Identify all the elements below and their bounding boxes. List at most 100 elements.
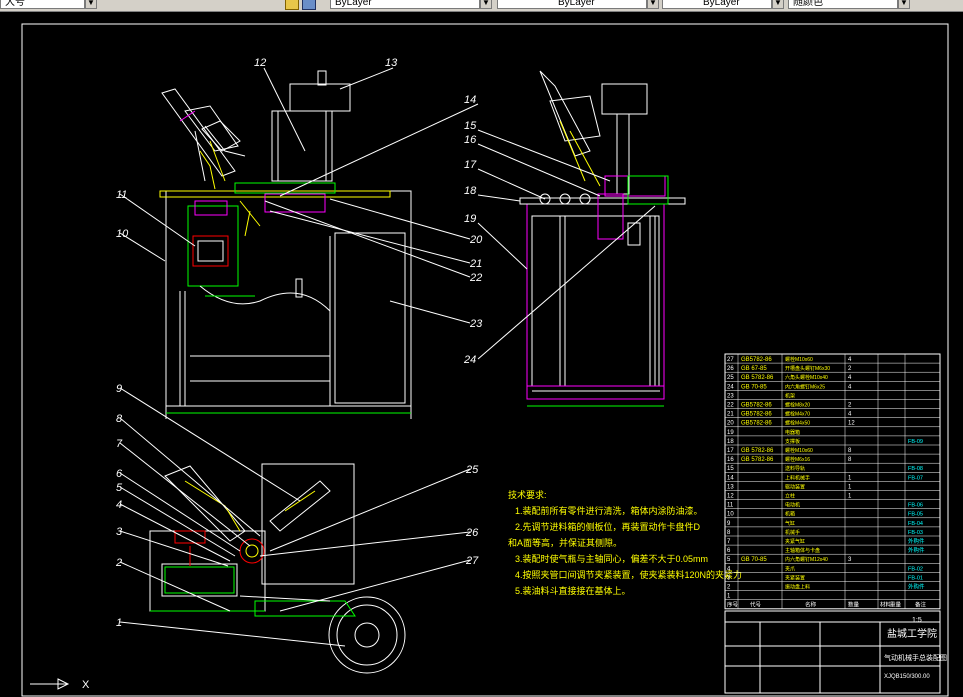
tech-line-5: 4.按照夹管口间调节夹紧装置，使夹紧装料120N的夹紧力 bbox=[515, 569, 742, 580]
color-dropdown[interactable]: ByLayer bbox=[330, 0, 480, 9]
table-cell-note: FB-05 bbox=[908, 512, 923, 518]
table-cell-name: 夹紧装置 bbox=[785, 574, 805, 581]
table-cell-no: 2 bbox=[727, 585, 731, 591]
table-cell-std: GB5782-86 bbox=[741, 412, 772, 418]
callout-5: 5 bbox=[116, 482, 123, 494]
callout-17: 17 bbox=[464, 159, 477, 171]
front-view bbox=[159, 70, 412, 419]
table-cell-no: 15 bbox=[727, 466, 734, 472]
callout-labels: 1 2 3 4 5 6 7 8 9 10 11 12 13 14 15 16 1… bbox=[115, 57, 483, 629]
table-cell-name: 螺栓M8x20 bbox=[785, 402, 810, 409]
table-cell-std: GB5782-86 bbox=[741, 421, 772, 427]
table-cell-no: 9 bbox=[727, 521, 731, 527]
table-cell-name: 送料导轨 bbox=[785, 465, 805, 472]
table-cell-name: 电器箱 bbox=[785, 429, 800, 436]
table-cell-no: 11 bbox=[727, 503, 734, 509]
table-cell-name: 螺栓M10x60 bbox=[785, 447, 813, 454]
svg-text:X: X bbox=[82, 679, 90, 691]
table-cell-std: GB 5782-86 bbox=[741, 457, 774, 463]
table-cell-note: 外购件 bbox=[908, 583, 925, 591]
callout-19: 19 bbox=[464, 213, 476, 225]
table-cell-std: GB 67-85 bbox=[741, 366, 767, 372]
table-cell-note: 外购件 bbox=[908, 537, 925, 545]
drawing-title: 气动机械手总装配图 bbox=[884, 653, 947, 662]
table-cell-name: 机架 bbox=[785, 392, 795, 399]
callout-27: 27 bbox=[465, 555, 479, 567]
callout-4: 4 bbox=[116, 499, 122, 511]
table-cell-no: 17 bbox=[727, 448, 734, 454]
school-name: 盐城工学院 bbox=[887, 627, 937, 640]
table-cell-qty: 4 bbox=[848, 384, 852, 390]
layer-previous-icon[interactable] bbox=[302, 0, 316, 10]
table-cell-no: 20 bbox=[727, 421, 734, 427]
plotstyle-dropdown[interactable]: 随颜色 bbox=[788, 0, 898, 9]
table-cell-qty: 8 bbox=[848, 457, 852, 463]
table-cell-no: 18 bbox=[727, 439, 734, 445]
table-cell-name: 螺栓M4x70 bbox=[785, 411, 810, 418]
table-header-no: 序号 bbox=[727, 601, 739, 609]
table-cell-name: 螺栓M10x60 bbox=[785, 356, 813, 363]
table-cell-qty: 2 bbox=[848, 403, 852, 409]
table-cell-note: FB-04 bbox=[908, 521, 923, 527]
tech-line-2: 2.先调节进料箱的侧板位，再装置动作卡盘件D bbox=[515, 521, 701, 532]
callout-16: 16 bbox=[464, 134, 477, 146]
table-cell-qty: 12 bbox=[848, 421, 855, 427]
table-cell-name: 驱动装置 bbox=[785, 483, 805, 490]
callout-18: 18 bbox=[464, 185, 477, 197]
tech-line-6: 5.装油料斗直接接在基体上。 bbox=[515, 585, 631, 596]
table-cell-no: 8 bbox=[727, 530, 731, 536]
table-cell-no: 14 bbox=[727, 475, 734, 481]
table-cell-qty: 2 bbox=[848, 366, 852, 372]
table-cell-no: 1 bbox=[727, 594, 731, 600]
table-cell-name: 螺栓M4x50 bbox=[785, 420, 810, 427]
chevron-down-icon[interactable]: ▼ bbox=[772, 0, 784, 9]
table-cell-no: 22 bbox=[727, 403, 734, 409]
table-header-name: 名称 bbox=[805, 601, 817, 609]
table-cell-qty: 3 bbox=[848, 557, 852, 563]
callout-6: 6 bbox=[116, 468, 123, 480]
ucs-icon: X bbox=[30, 678, 90, 691]
table-cell-name: 内六角螺钉M12x40 bbox=[785, 556, 828, 563]
layer-state-icon[interactable] bbox=[285, 0, 299, 10]
tech-title: 技术要求: bbox=[508, 489, 547, 500]
table-cell-no: 23 bbox=[727, 393, 734, 399]
callout-3: 3 bbox=[116, 526, 123, 538]
table-cell-name: 夹爪 bbox=[785, 565, 795, 572]
drawing-canvas[interactable]: 1 2 3 4 5 6 7 8 9 10 11 12 13 14 15 16 1… bbox=[0, 11, 963, 697]
table-cell-name: 支撑板 bbox=[785, 438, 800, 445]
layer-dropdown[interactable]: 大号 bbox=[0, 0, 85, 9]
tech-line-1: 1.装配前所有零件进行清洗，箱体内涂防油漆。 bbox=[515, 505, 703, 516]
callout-21: 21 bbox=[469, 258, 482, 270]
table-cell-qty: 4 bbox=[848, 375, 852, 381]
chevron-down-icon[interactable]: ▼ bbox=[898, 0, 910, 9]
chevron-down-icon[interactable]: ▼ bbox=[480, 0, 492, 9]
table-cell-note: FB-03 bbox=[908, 530, 923, 536]
table-cell-no: 13 bbox=[727, 484, 734, 490]
table-cell-qty: 1 bbox=[848, 494, 852, 500]
parts-list-table: 27 GB5782-86 螺栓M10x60 426 GB 67-85 开槽盘头螺钉M6x3… bbox=[724, 353, 941, 610]
table-cell-std: GB5782-86 bbox=[741, 403, 772, 409]
callout-22: 22 bbox=[469, 272, 482, 284]
callout-20: 20 bbox=[469, 234, 483, 246]
table-cell-note: FB-02 bbox=[908, 566, 923, 572]
table-cell-note: FB-08 bbox=[908, 466, 923, 472]
callout-11: 11 bbox=[116, 189, 127, 201]
table-header-weight: 重量 bbox=[890, 601, 902, 609]
table-cell-name: 立柱 bbox=[785, 493, 795, 500]
table-cell-name: 上料机械手 bbox=[785, 474, 810, 481]
table-cell-no: 21 bbox=[727, 412, 734, 418]
chevron-down-icon[interactable]: ▼ bbox=[85, 0, 97, 9]
callout-26: 26 bbox=[465, 527, 479, 539]
callout-23: 23 bbox=[469, 318, 483, 330]
callout-1: 1 bbox=[116, 617, 122, 629]
table-cell-name: 六角头螺栓M10x40 bbox=[785, 374, 828, 381]
chevron-down-icon[interactable]: ▼ bbox=[647, 0, 659, 9]
linetype-dropdown[interactable]: ByLayer bbox=[497, 0, 647, 9]
callout-2: 2 bbox=[115, 557, 122, 569]
lineweight-dropdown[interactable]: ByLayer bbox=[662, 0, 772, 9]
table-cell-name: 气缸 bbox=[785, 520, 795, 527]
drawing-number: XJQB150/300.00 bbox=[884, 674, 930, 680]
callout-14: 14 bbox=[464, 94, 476, 106]
table-cell-name: 内六角螺钉M6x25 bbox=[785, 383, 825, 390]
table-cell-no: 10 bbox=[727, 512, 734, 518]
